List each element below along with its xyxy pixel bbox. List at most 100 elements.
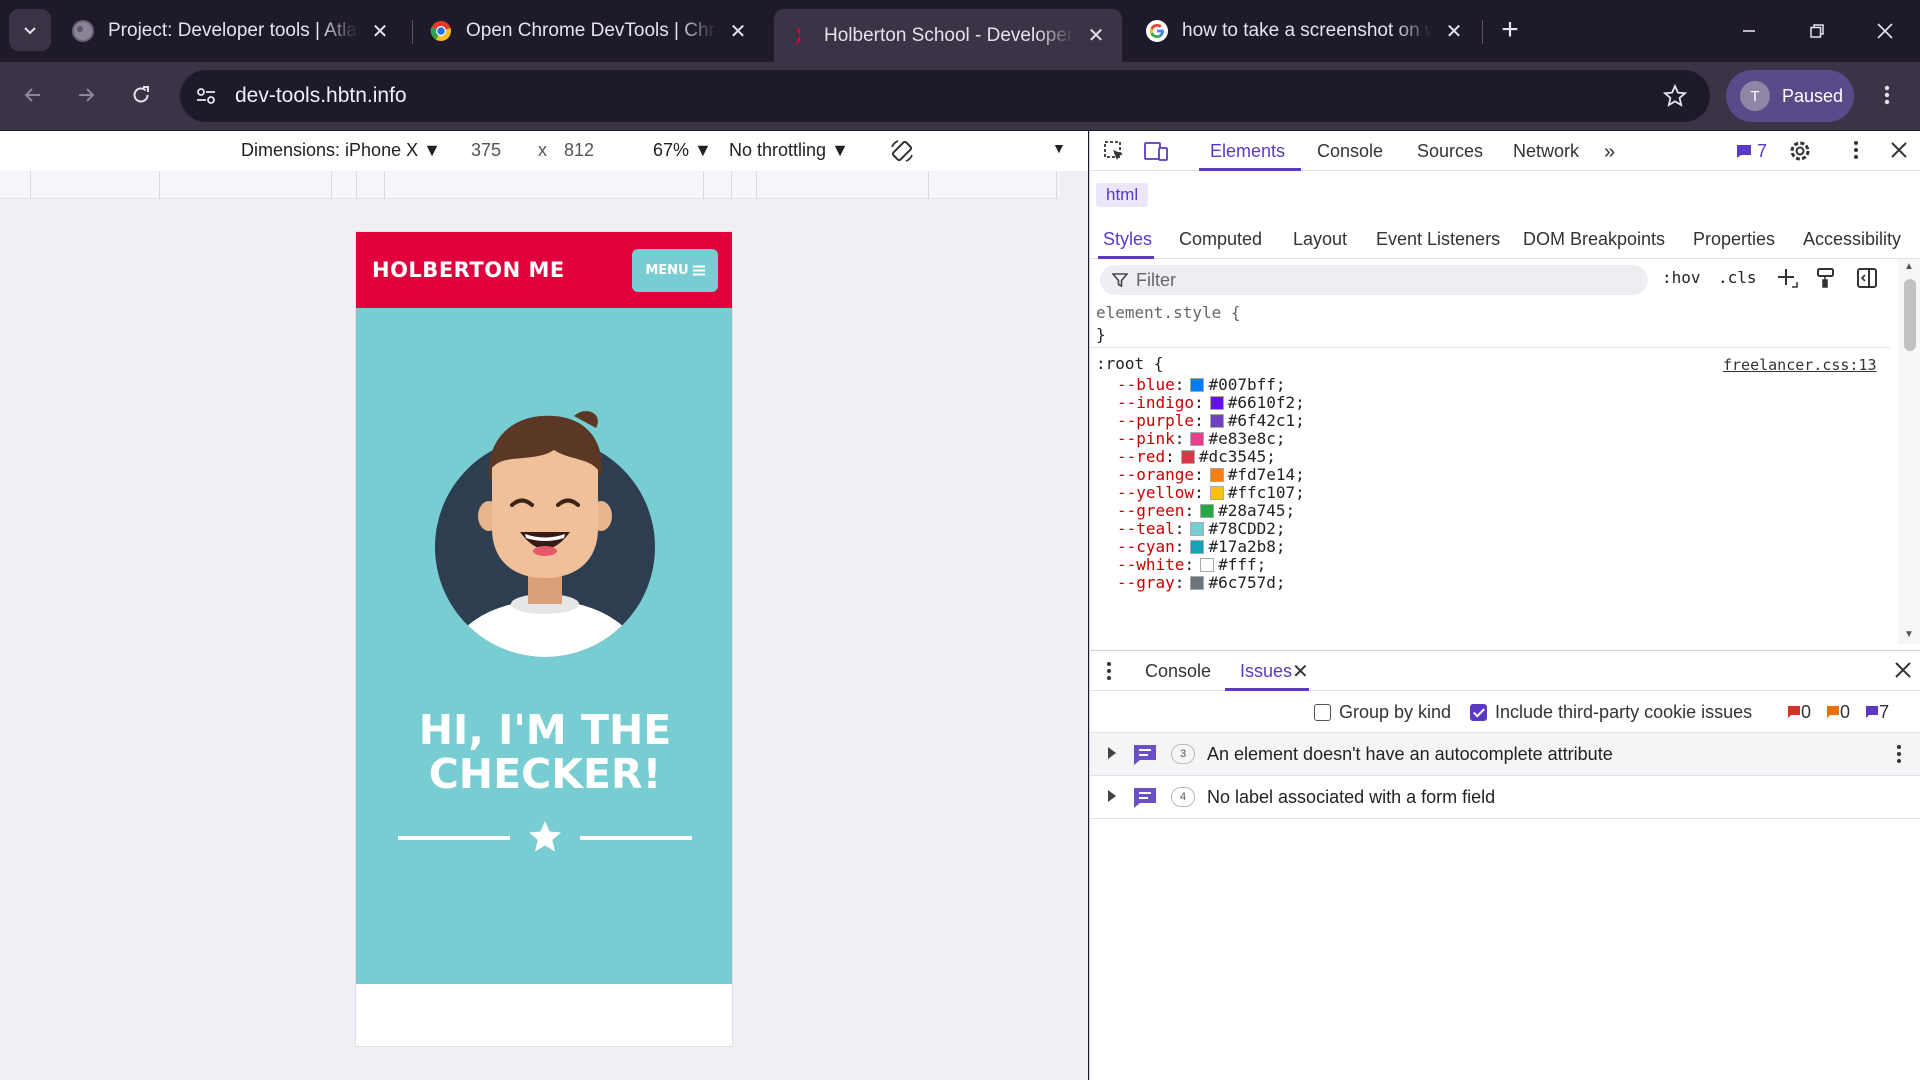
subtab-event-listeners[interactable]: Event Listeners (1376, 229, 1500, 250)
subtab-accessibility[interactable]: Accessibility (1803, 229, 1901, 250)
css-variable-declaration[interactable]: --gray: #6c757d; (1117, 573, 1286, 592)
minimize-button[interactable] (1726, 8, 1772, 54)
css-property-value[interactable]: #fff (1218, 555, 1257, 574)
sidebar-toggle-icon[interactable] (1856, 267, 1878, 294)
hov-toggle[interactable]: :hov (1662, 268, 1701, 287)
issues-counter-button[interactable]: 7 (1736, 141, 1767, 162)
rotate-icon[interactable] (888, 137, 916, 170)
back-button[interactable] (10, 72, 56, 118)
browser-menu-button[interactable] (1864, 72, 1910, 118)
css-variable-declaration[interactable]: --indigo: #6610f2; (1117, 393, 1305, 412)
css-property-value[interactable]: #dc3545 (1199, 447, 1266, 466)
css-rules-pane[interactable]: element.style { } :root { freelancer.css… (1090, 299, 1890, 644)
close-icon[interactable]: ✕ (1292, 659, 1309, 684)
expand-triangle-icon[interactable] (1108, 747, 1116, 759)
site-info-icon[interactable] (194, 84, 218, 113)
css-property-name[interactable]: --yellow (1117, 483, 1194, 502)
color-swatch[interactable] (1190, 576, 1205, 590)
color-swatch[interactable] (1209, 486, 1224, 500)
tab-search-button[interactable] (9, 9, 51, 51)
css-property-name[interactable]: --blue (1117, 375, 1175, 394)
source-link[interactable]: freelancer.css:13 (1723, 356, 1877, 374)
color-swatch[interactable] (1209, 396, 1224, 410)
tab-0[interactable]: Project: Developer tools | Atlas ✕ (58, 9, 406, 53)
css-property-value[interactable]: #17a2b8 (1208, 537, 1275, 556)
scroll-down-icon[interactable]: ▼ (1904, 629, 1914, 640)
restore-button[interactable] (1794, 8, 1840, 54)
expand-triangle-icon[interactable] (1108, 790, 1116, 802)
color-swatch[interactable] (1190, 540, 1205, 554)
star-icon[interactable] (1662, 83, 1688, 114)
subtab-styles[interactable]: Styles (1103, 229, 1152, 250)
close-icon[interactable]: ✕ (1084, 24, 1108, 48)
more-vert-icon[interactable] (1853, 139, 1859, 166)
close-icon[interactable]: ✕ (368, 19, 392, 43)
css-property-value[interactable]: #007bff (1208, 375, 1275, 394)
tab-3[interactable]: how to take a screenshot on windows ✕ (1132, 9, 1480, 53)
color-swatch[interactable] (1180, 450, 1195, 464)
css-variable-declaration[interactable]: --pink: #e83e8c; (1117, 429, 1286, 448)
height-input[interactable]: 812 (564, 140, 594, 161)
new-tab-button[interactable]: + (1494, 13, 1526, 46)
close-devtools-icon[interactable] (1890, 141, 1908, 164)
zoom-select[interactable]: 67% ▼ (653, 140, 712, 161)
css-property-value[interactable]: #e83e8c (1208, 429, 1275, 448)
group-by-kind-checkbox[interactable]: Group by kind (1314, 702, 1451, 723)
more-tabs-icon[interactable]: » (1604, 141, 1615, 164)
css-property-name[interactable]: --pink (1117, 429, 1175, 448)
site-brand[interactable]: HOLBERTON ME (372, 258, 565, 282)
css-property-value[interactable]: #fd7e14 (1228, 465, 1295, 484)
width-input[interactable]: 375 (471, 140, 501, 161)
window-close-button[interactable] (1862, 8, 1908, 54)
more-vert-icon[interactable] (1896, 743, 1902, 770)
css-variable-declaration[interactable]: --blue: #007bff; (1117, 375, 1286, 394)
color-swatch[interactable] (1200, 504, 1215, 518)
css-property-value[interactable]: #ffc107 (1228, 483, 1295, 502)
css-property-name[interactable]: --orange (1117, 465, 1194, 484)
css-property-name[interactable]: --white (1117, 555, 1184, 574)
css-property-name[interactable]: --red (1117, 447, 1165, 466)
root-selector[interactable]: :root { (1096, 354, 1163, 373)
css-variable-declaration[interactable]: --white: #fff; (1117, 555, 1266, 574)
issue-row[interactable]: 4 No label associated with a form field (1090, 776, 1920, 819)
tab-1[interactable]: Open Chrome DevTools | Chrome ✕ (416, 9, 764, 53)
forward-button[interactable] (63, 72, 109, 118)
css-property-name[interactable]: --indigo (1117, 393, 1194, 412)
media-query-bar[interactable] (0, 171, 1060, 199)
cls-toggle[interactable]: .cls (1718, 268, 1757, 287)
css-variable-declaration[interactable]: --yellow: #ffc107; (1117, 483, 1305, 502)
css-variable-declaration[interactable]: --cyan: #17a2b8; (1117, 537, 1286, 556)
tab-2[interactable]: Holberton School - Developer tools ✕ (774, 9, 1122, 62)
tab-console[interactable]: Console (1317, 141, 1383, 162)
css-property-name[interactable]: --purple (1117, 411, 1194, 430)
issue-counts[interactable]: 0 0 7 (1787, 702, 1889, 723)
css-property-value[interactable]: #78CDD2 (1208, 519, 1275, 538)
color-swatch[interactable] (1190, 378, 1205, 392)
css-property-value[interactable]: #6610f2 (1228, 393, 1295, 412)
profile-button[interactable]: T Paused (1726, 70, 1854, 122)
css-property-value[interactable]: #28a745 (1218, 501, 1285, 520)
tab-elements[interactable]: Elements (1210, 141, 1285, 162)
subtab-dom-breakpoints[interactable]: DOM Breakpoints (1523, 229, 1665, 250)
element-style-selector[interactable]: element.style { (1096, 303, 1241, 322)
device-viewport[interactable]: HOLBERTON ME MENU HI, I'M THE CHECKER! (355, 231, 733, 1047)
subtab-properties[interactable]: Properties (1693, 229, 1775, 250)
subtab-computed[interactable]: Computed (1179, 229, 1262, 250)
menu-button[interactable]: MENU (632, 249, 718, 292)
subtab-layout[interactable]: Layout (1293, 229, 1347, 250)
css-property-name[interactable]: --teal (1117, 519, 1175, 538)
paint-roller-icon[interactable] (1815, 267, 1837, 294)
close-drawer-icon[interactable] (1894, 661, 1912, 684)
tab-sources[interactable]: Sources (1417, 141, 1483, 162)
device-toggle-icon[interactable] (1143, 139, 1169, 168)
device-dimensions-select[interactable]: Dimensions: iPhone X ▼ (241, 140, 441, 161)
color-swatch[interactable] (1209, 468, 1224, 482)
drawer-menu-icon[interactable] (1106, 660, 1112, 687)
issue-row[interactable]: 3 An element doesn't have an autocomplet… (1090, 733, 1920, 776)
css-variable-declaration[interactable]: --green: #28a745; (1117, 501, 1295, 520)
new-style-rule-icon[interactable] (1776, 267, 1798, 294)
drawer-tab-console[interactable]: Console (1145, 661, 1211, 682)
reload-button[interactable] (118, 72, 164, 118)
breadcrumb-html[interactable]: html (1096, 183, 1149, 207)
third-party-checkbox[interactable]: Include third-party cookie issues (1470, 702, 1752, 723)
